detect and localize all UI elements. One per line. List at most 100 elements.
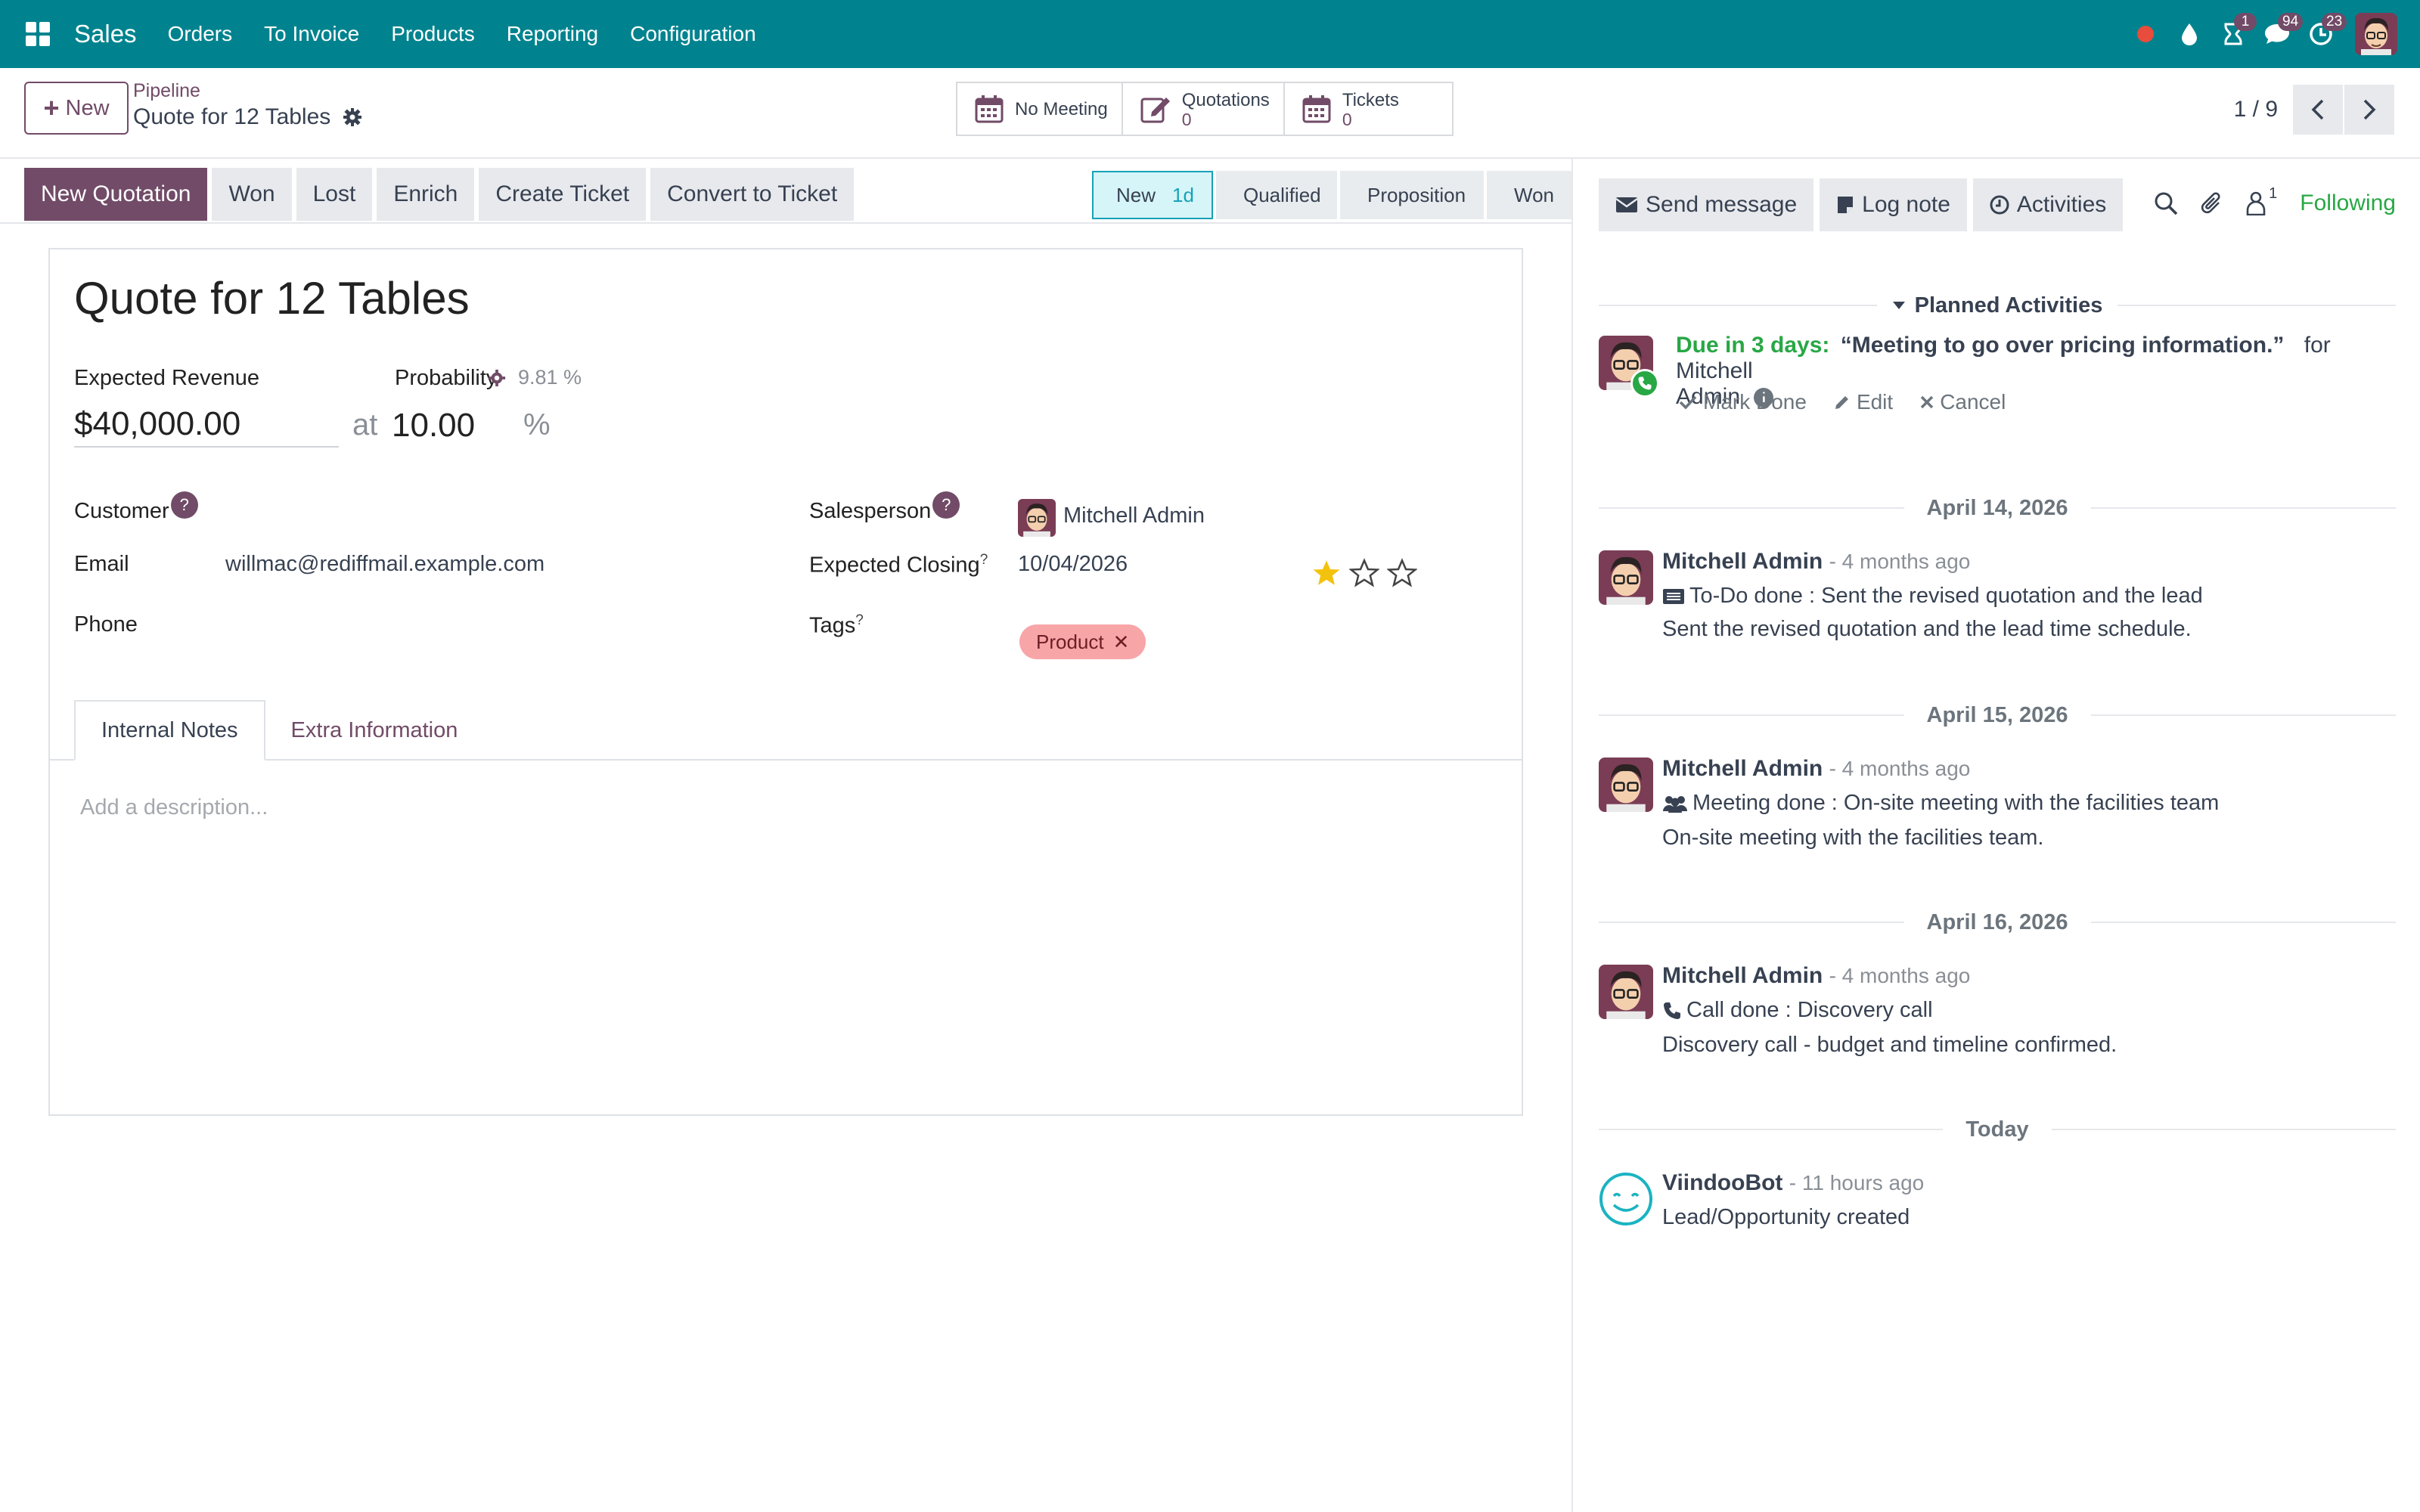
create-ticket-button[interactable]: Create Ticket: [479, 168, 647, 221]
help-icon[interactable]: ?: [170, 491, 198, 519]
star-empty-icon[interactable]: [1387, 558, 1417, 588]
tags-label-text: Tags: [809, 613, 856, 638]
menu-reporting[interactable]: Reporting: [491, 22, 614, 46]
tag-remove-icon[interactable]: ✕: [1113, 631, 1130, 654]
gear-icon: [488, 369, 506, 386]
app-brand[interactable]: Sales: [74, 20, 137, 48]
probability-input[interactable]: 10.00: [392, 407, 475, 445]
message-author: Mitchell Admin - 4 months ago: [1662, 756, 1970, 782]
tag-badge[interactable]: Product ✕: [1019, 624, 1146, 659]
statusbar: New Quotation Won Lost Enrich Create Tic…: [0, 168, 1576, 224]
paperclip-icon[interactable]: [2201, 191, 2223, 216]
tickets-label: Tickets: [1342, 89, 1399, 110]
menu-orders[interactable]: Orders: [152, 22, 249, 46]
mark-done-button[interactable]: Mark Done: [1679, 390, 1807, 414]
date-separator: Today: [1599, 1114, 2396, 1145]
clock-icon[interactable]: 23: [2299, 0, 2347, 68]
stage-duration: 1d: [1172, 183, 1194, 206]
pager-next-button[interactable]: [2344, 85, 2394, 135]
hourglass-icon[interactable]: 1: [2211, 0, 2257, 68]
planned-activities-header[interactable]: Planned Activities: [1599, 290, 2397, 321]
meeting-label: No Meeting: [1015, 98, 1108, 119]
droplet-icon[interactable]: [2167, 0, 2211, 68]
new-quotation-button[interactable]: New Quotation: [24, 168, 208, 221]
stage-qualified[interactable]: Qualified: [1216, 171, 1337, 219]
quotations-smart-button[interactable]: Quotations 0: [1122, 83, 1285, 135]
send-message-button[interactable]: Send message: [1599, 178, 1814, 231]
stage-new[interactable]: New 1d: [1092, 171, 1213, 219]
menu-products[interactable]: Products: [375, 22, 491, 46]
activity-badge: 1: [2234, 13, 2257, 31]
author-avatar: [1599, 550, 1653, 605]
message-author: Mitchell Admin - 4 months ago: [1662, 963, 1970, 989]
record-dot-icon[interactable]: [2124, 0, 2167, 68]
new-button-label: New: [65, 95, 110, 120]
breadcrumb-pipeline[interactable]: Pipeline: [133, 80, 200, 102]
form-sheet: Quote for 12 Tables Expected Revenue Pro…: [48, 248, 1523, 1116]
stage-proposition[interactable]: Proposition: [1340, 171, 1484, 219]
followers-button[interactable]: 1: [2246, 185, 2277, 215]
enrich-button[interactable]: Enrich: [377, 168, 475, 221]
won-button[interactable]: Won: [212, 168, 292, 221]
stage-won[interactable]: Won: [1487, 171, 1576, 219]
salesperson-field[interactable]: Mitchell Admin: [1063, 503, 1205, 528]
description-editor[interactable]: Add a description...: [80, 795, 268, 820]
cancel-activity-button[interactable]: Cancel: [1920, 390, 2006, 414]
author-name[interactable]: ViindooBot: [1662, 1170, 1782, 1195]
expected-revenue-label: Expected Revenue: [74, 366, 260, 390]
edit-label: Edit: [1856, 390, 1894, 414]
message-time: - 4 months ago: [1829, 964, 1971, 987]
apps-icon[interactable]: [21, 17, 54, 51]
tab-extra-information[interactable]: Extra Information: [265, 700, 484, 761]
author-name[interactable]: Mitchell Admin: [1662, 963, 1823, 988]
caret-down-icon: [1892, 302, 1905, 309]
convert-to-ticket-button[interactable]: Convert to Ticket: [650, 168, 855, 221]
systray: 1 94 23: [2124, 0, 2397, 68]
mark-done-label: Mark Done: [1703, 390, 1807, 414]
top-navbar: Sales Orders To Invoice Products Reporti…: [0, 0, 2420, 68]
chevron-left-icon: [2311, 99, 2324, 120]
new-button[interactable]: + New: [24, 82, 129, 135]
salesperson-label: Salesperson?: [809, 491, 960, 524]
breadcrumb-record: Quote for 12 Tables: [133, 104, 362, 130]
stage-new-label: New: [1116, 183, 1156, 206]
message-time: - 11 hours ago: [1789, 1171, 1925, 1194]
author-name[interactable]: Mitchell Admin: [1662, 549, 1823, 574]
gear-icon[interactable]: [343, 107, 362, 127]
log-note-button[interactable]: Log note: [1820, 178, 1967, 231]
send-message-label: Send message: [1646, 192, 1798, 217]
menu-to-invoice[interactable]: To Invoice: [248, 22, 375, 46]
phone-icon: [1664, 1002, 1680, 1019]
star-filled-icon[interactable]: [1311, 558, 1342, 588]
menu-configuration[interactable]: Configuration: [614, 22, 772, 46]
user-avatar[interactable]: [2355, 13, 2397, 55]
email-field[interactable]: willmac@rediffmail.example.com: [225, 552, 544, 577]
record-title: Quote for 12 Tables: [133, 104, 331, 129]
pager-previous-button[interactable]: [2293, 85, 2343, 135]
following-button[interactable]: Following: [2300, 191, 2396, 216]
meeting-smart-button[interactable]: No Meeting: [957, 83, 1123, 135]
chatter-topbar: Send message Log note Activities: [1599, 178, 2124, 231]
message-subject: Meeting done : On-site meeting with the …: [1662, 791, 2219, 816]
opportunity-name-field[interactable]: Quote for 12 Tables: [74, 272, 470, 324]
follower-count: 1: [2269, 185, 2278, 202]
main-menu: Orders To Invoice Products Reporting Con…: [152, 22, 772, 46]
lost-button[interactable]: Lost: [296, 168, 373, 221]
tickets-smart-button[interactable]: Tickets 0: [1284, 83, 1452, 135]
expected-revenue-input[interactable]: $40,000.00: [74, 405, 339, 448]
chat-icon[interactable]: 94: [2255, 0, 2304, 68]
message-time: - 4 months ago: [1829, 757, 1971, 780]
edit-activity-button[interactable]: Edit: [1834, 390, 1893, 414]
percent-sign: %: [523, 408, 551, 442]
expected-closing-field[interactable]: 10/04/2026: [1018, 552, 1128, 577]
pager-value[interactable]: 1 / 9: [2234, 97, 2278, 122]
tab-internal-notes[interactable]: Internal Notes: [74, 700, 265, 761]
control-panel: + New Pipeline Quote for 12 Tables No Mee…: [0, 68, 2420, 159]
search-icon[interactable]: [2154, 191, 2178, 215]
help-icon[interactable]: ?: [932, 491, 960, 519]
star-empty-icon[interactable]: [1349, 558, 1379, 588]
activities-button[interactable]: Activities: [1972, 178, 2124, 231]
chevron-right-icon: [2363, 99, 2376, 120]
author-name[interactable]: Mitchell Admin: [1662, 756, 1823, 781]
calendar-icon: [974, 94, 1004, 124]
